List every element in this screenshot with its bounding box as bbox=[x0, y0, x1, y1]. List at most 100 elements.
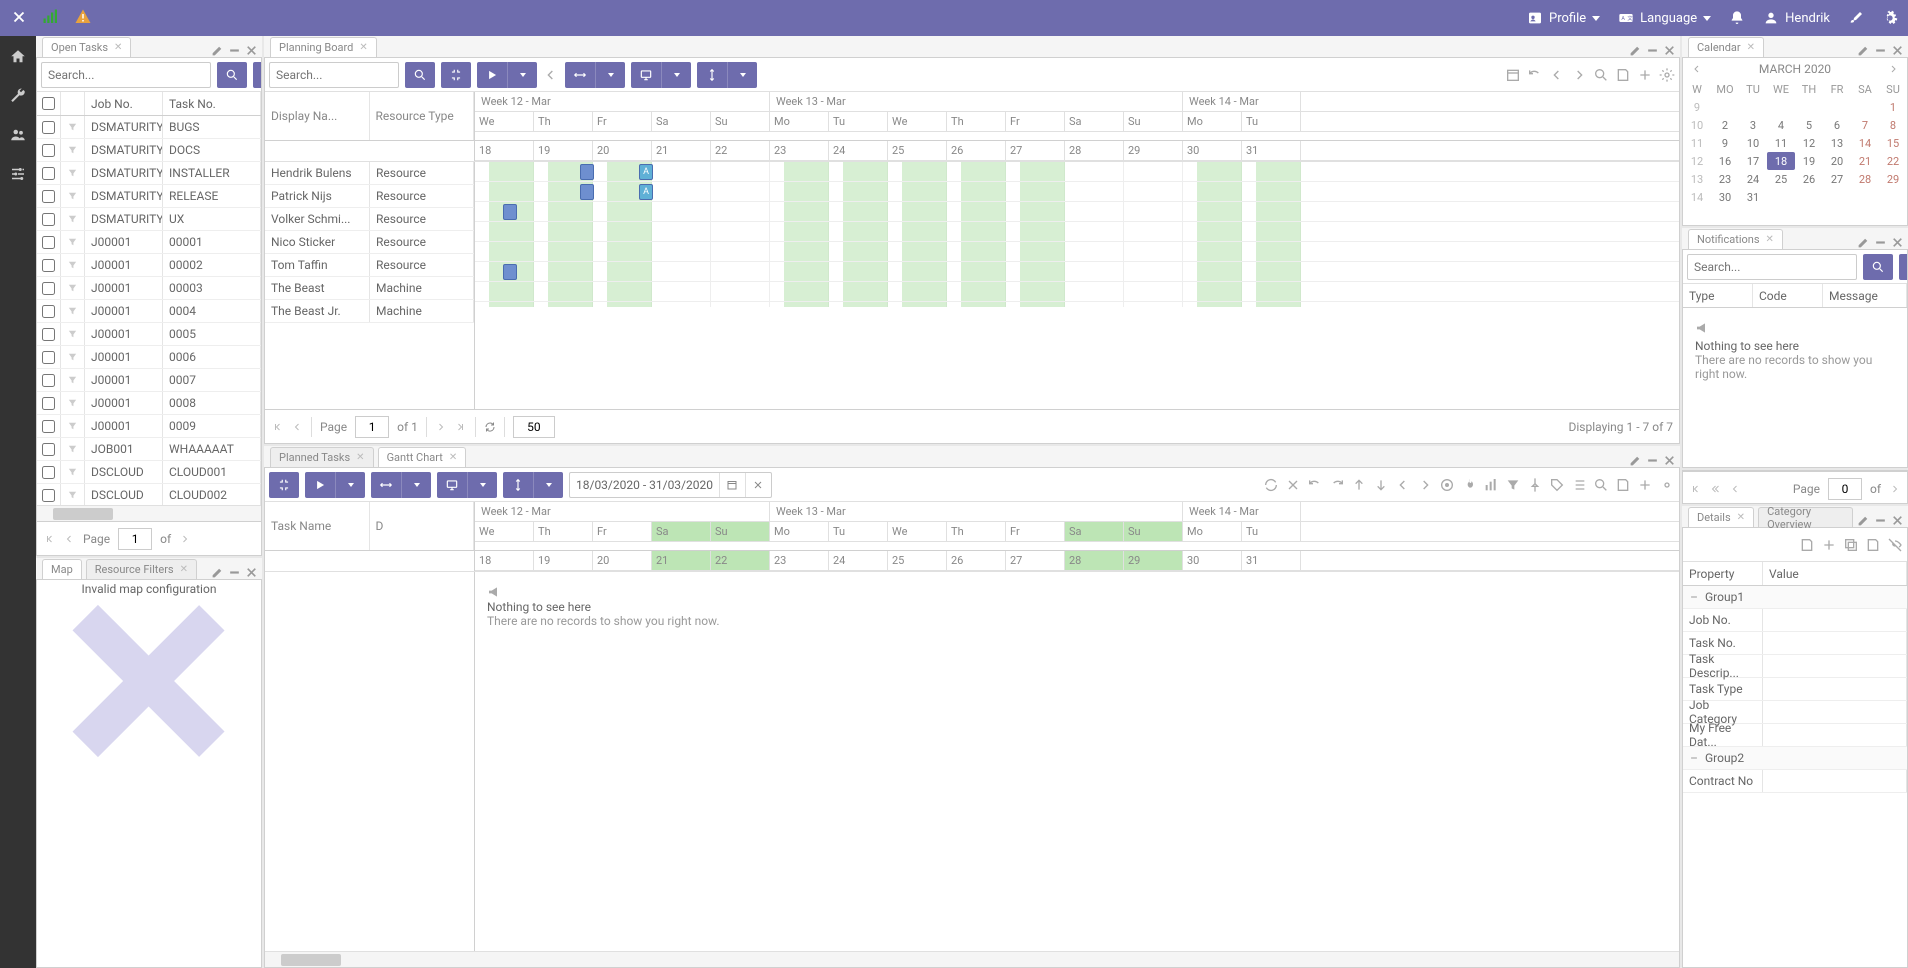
calendar-day[interactable] bbox=[1739, 98, 1767, 116]
fit-v-button[interactable] bbox=[503, 472, 533, 498]
tab-planned-tasks[interactable]: Planned Tasks✕ bbox=[270, 447, 374, 467]
calendar-day[interactable]: 9 bbox=[1711, 134, 1739, 152]
resource-row[interactable]: Nico StickerResource bbox=[265, 231, 474, 254]
last-page-icon[interactable] bbox=[455, 421, 467, 433]
task-chip[interactable] bbox=[503, 264, 517, 280]
minimize-icon[interactable] bbox=[1874, 44, 1887, 57]
tab-gantt-chart[interactable]: Gantt Chart✕ bbox=[378, 447, 467, 467]
table-row[interactable]: J00001 0004 bbox=[37, 300, 261, 323]
pagesize-input[interactable] bbox=[513, 416, 555, 438]
calendar-day[interactable] bbox=[1767, 98, 1795, 116]
hscroll[interactable] bbox=[265, 951, 1679, 967]
table-row[interactable]: JOB001 WHAAAAAT bbox=[37, 438, 261, 461]
table-row[interactable]: J00001 0007 bbox=[37, 369, 261, 392]
calendar-day[interactable]: 10 bbox=[1739, 134, 1767, 152]
row-checkbox[interactable] bbox=[42, 397, 55, 410]
calendar-day[interactable]: 31 bbox=[1739, 188, 1767, 206]
row-checkbox[interactable] bbox=[42, 351, 55, 364]
col-message[interactable]: Message bbox=[1823, 284, 1907, 307]
calendar-day[interactable] bbox=[1851, 98, 1879, 116]
play-dropdown[interactable] bbox=[507, 62, 537, 88]
zoom-icon[interactable] bbox=[1593, 477, 1609, 493]
row-checkbox[interactable] bbox=[42, 121, 55, 134]
minimize-icon[interactable] bbox=[1874, 514, 1887, 527]
col-resource-type[interactable]: Resource Type bbox=[370, 92, 475, 140]
close-icon[interactable]: ✕ bbox=[1747, 42, 1755, 53]
calendar-day[interactable]: 4 bbox=[1767, 116, 1795, 134]
search-button[interactable] bbox=[217, 62, 247, 88]
task-chip[interactable] bbox=[580, 164, 594, 180]
col-value[interactable]: Value bbox=[1763, 562, 1907, 585]
up-icon[interactable] bbox=[1351, 477, 1367, 493]
play-button[interactable] bbox=[305, 472, 335, 498]
tab-notifications[interactable]: Notifications✕ bbox=[1688, 229, 1783, 249]
calendar-day[interactable]: 13 bbox=[1823, 134, 1851, 152]
filter-icon[interactable] bbox=[61, 231, 85, 253]
table-row[interactable]: DSCLOUD CLOUD002 bbox=[37, 484, 261, 505]
calendar-day[interactable]: 26 bbox=[1795, 170, 1823, 188]
close-icon[interactable]: ✕ bbox=[1737, 512, 1745, 523]
tab-planning-board[interactable]: Planning Board✕ bbox=[270, 37, 377, 57]
edit-icon[interactable] bbox=[1629, 44, 1642, 57]
table-row[interactable]: J00001 0005 bbox=[37, 323, 261, 346]
refresh-icon[interactable] bbox=[1263, 477, 1279, 493]
prev-page-icon[interactable] bbox=[1729, 483, 1741, 495]
prev-month-icon[interactable] bbox=[1691, 63, 1703, 75]
row-checkbox[interactable] bbox=[42, 167, 55, 180]
close-icon[interactable] bbox=[245, 44, 258, 57]
calendar-day[interactable]: 23 bbox=[1711, 170, 1739, 188]
row-checkbox[interactable] bbox=[42, 328, 55, 341]
search-input[interactable] bbox=[41, 62, 211, 88]
home-icon[interactable] bbox=[9, 48, 27, 69]
fit-v-dropdown[interactable] bbox=[533, 472, 563, 498]
zoom-icon[interactable] bbox=[1593, 67, 1609, 83]
calendar-day[interactable] bbox=[1711, 98, 1739, 116]
resource-row[interactable]: Hendrik BulensResource bbox=[265, 162, 474, 185]
filter-icon[interactable] bbox=[61, 254, 85, 276]
resource-row[interactable]: The Beast Jr.Machine bbox=[265, 300, 474, 323]
next-icon[interactable] bbox=[1417, 477, 1433, 493]
row-checkbox[interactable] bbox=[42, 213, 55, 226]
screen-dropdown[interactable] bbox=[467, 472, 497, 498]
gear-icon[interactable] bbox=[1659, 477, 1675, 493]
minimize-icon[interactable] bbox=[1874, 236, 1887, 249]
calendar-day[interactable] bbox=[1795, 188, 1823, 206]
sliders-icon[interactable] bbox=[9, 165, 27, 186]
search-button[interactable] bbox=[405, 62, 435, 88]
row-checkbox[interactable] bbox=[42, 466, 55, 479]
filter-icon[interactable] bbox=[61, 185, 85, 207]
prop-value[interactable] bbox=[1763, 632, 1907, 654]
resource-row[interactable]: Volker Schmi...Resource bbox=[265, 208, 474, 231]
filter-icon[interactable] bbox=[61, 369, 85, 391]
close-icon[interactable] bbox=[1891, 44, 1904, 57]
calendar-day[interactable]: 21 bbox=[1851, 152, 1879, 170]
table-row[interactable]: DSMATURITY DOCS bbox=[37, 139, 261, 162]
fit-h-dropdown[interactable] bbox=[595, 62, 625, 88]
col-task-name[interactable]: Task Name bbox=[265, 502, 370, 550]
calendar-day[interactable]: 17 bbox=[1739, 152, 1767, 170]
resource-row[interactable]: Patrick NijsResource bbox=[265, 185, 474, 208]
refresh-icon[interactable] bbox=[484, 421, 496, 433]
save-icon[interactable] bbox=[1615, 477, 1631, 493]
close-icon[interactable] bbox=[1285, 477, 1301, 493]
select-all-checkbox[interactable] bbox=[42, 97, 55, 110]
edit-icon[interactable] bbox=[211, 566, 224, 579]
calendar-day[interactable] bbox=[1823, 98, 1851, 116]
minimize-icon[interactable] bbox=[228, 566, 241, 579]
prop-value[interactable] bbox=[1763, 724, 1907, 746]
prop-value[interactable] bbox=[1763, 655, 1907, 677]
gear-icon[interactable] bbox=[1882, 10, 1898, 26]
prev-group-icon[interactable] bbox=[1709, 483, 1721, 495]
close-icon[interactable]: ✕ bbox=[359, 42, 367, 53]
calendar-day[interactable] bbox=[1851, 188, 1879, 206]
first-page-icon[interactable] bbox=[1689, 483, 1701, 495]
prop-value[interactable] bbox=[1763, 609, 1907, 631]
table-row[interactable]: J00001 00002 bbox=[37, 254, 261, 277]
fit-h-button[interactable] bbox=[565, 62, 595, 88]
plus-icon[interactable] bbox=[1637, 67, 1653, 83]
fit-h-dropdown[interactable] bbox=[401, 472, 431, 498]
filter-icon[interactable] bbox=[61, 139, 85, 161]
chart-icon[interactable] bbox=[1483, 477, 1499, 493]
menu-button[interactable] bbox=[253, 62, 262, 88]
bell-icon[interactable] bbox=[1729, 10, 1745, 26]
